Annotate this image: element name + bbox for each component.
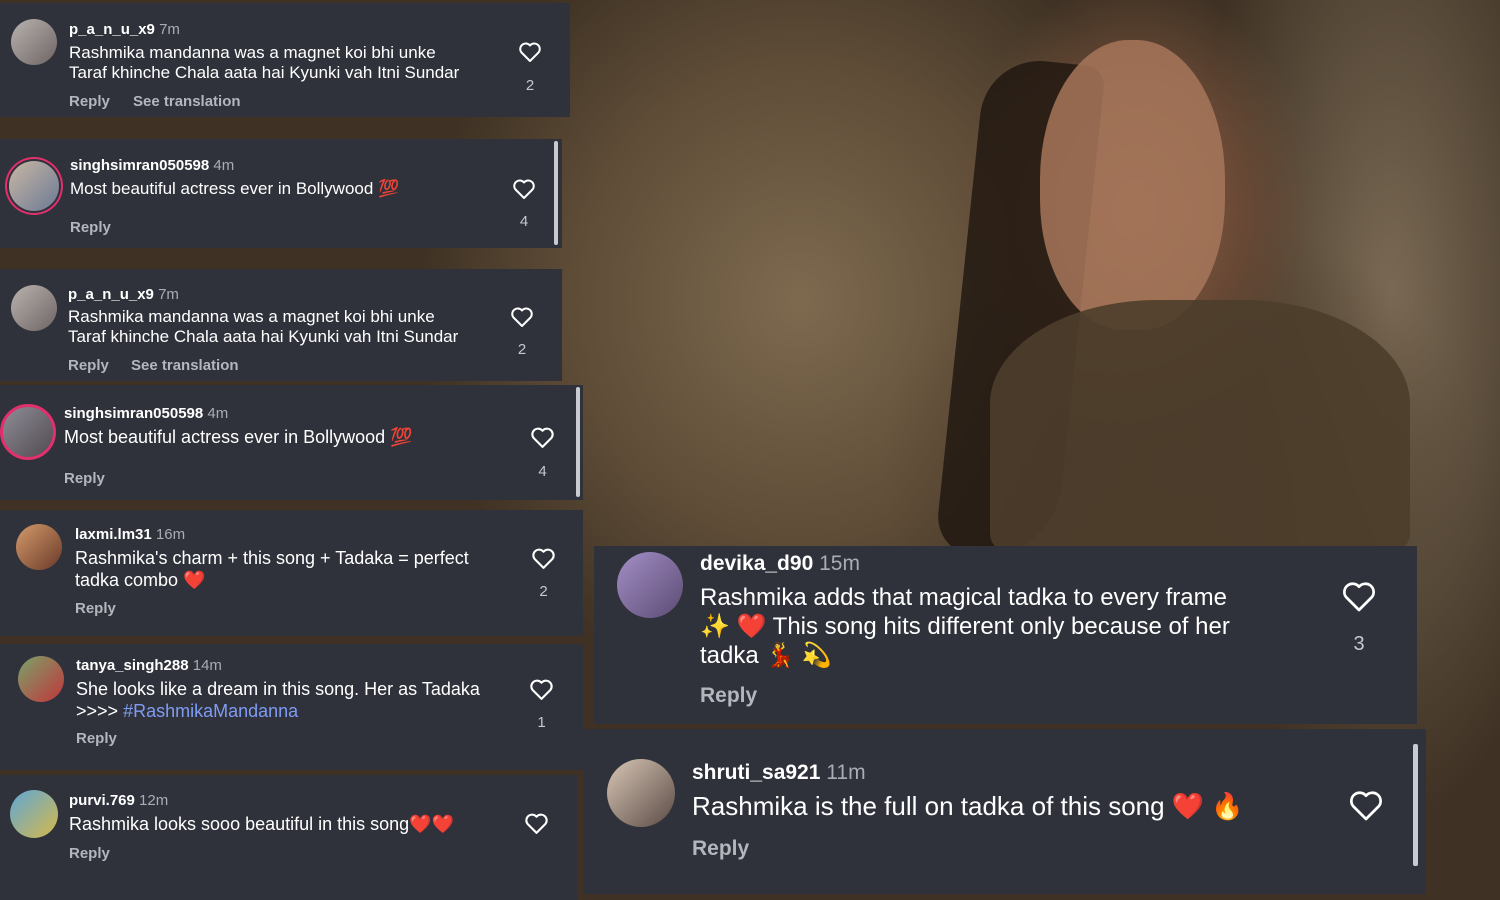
heart-icon[interactable]: [1348, 789, 1384, 822]
like-count: 2: [525, 77, 535, 94]
avatar[interactable]: [10, 790, 58, 838]
username[interactable]: singhsimran050598: [70, 157, 209, 174]
see-translation-button[interactable]: See translation: [133, 93, 241, 110]
avatar[interactable]: [18, 656, 64, 702]
comment-text: Most beautiful actress ever in Bollywood…: [70, 179, 400, 198]
timestamp: 7m: [158, 286, 179, 303]
timestamp: 7m: [159, 21, 180, 38]
comment-card: laxmi.lm31 16m Rashmika's charm + this s…: [0, 510, 583, 636]
like-count: 4: [538, 463, 547, 480]
like-count: 1: [537, 714, 546, 731]
username[interactable]: laxmi.lm31: [75, 526, 152, 543]
reply-button[interactable]: Reply: [69, 93, 110, 110]
timestamp: 16m: [155, 526, 186, 543]
comment-card: singhsimran050598 4m Most beautiful actr…: [0, 385, 583, 500]
comment-card: tanya_singh288 14m She looks like a drea…: [0, 644, 583, 770]
timestamp: 12m: [139, 792, 169, 809]
reply-button[interactable]: Reply: [692, 837, 749, 861]
reply-button[interactable]: Reply: [75, 600, 116, 617]
comment-card: p_a_n_u_x9 7m Rashmika mandanna was a ma…: [0, 3, 570, 117]
comment-text: Rashmika is the full on tadka of this so…: [692, 791, 1244, 821]
reply-button[interactable]: Reply: [70, 219, 111, 236]
see-translation-button[interactable]: See translation: [131, 357, 239, 374]
comment-card: purvi.769 12m Rashmika looks sooo beauti…: [0, 775, 577, 900]
comment-card: shruti_sa921 11m Rashmika is the full on…: [583, 729, 1426, 894]
timestamp: 14m: [192, 657, 222, 674]
avatar[interactable]: [11, 285, 57, 331]
username[interactable]: tanya_singh288: [76, 657, 189, 674]
like-count: 3: [1353, 633, 1365, 655]
heart-icon[interactable]: [1341, 580, 1377, 613]
scrollbar[interactable]: [554, 141, 558, 245]
avatar[interactable]: [0, 404, 56, 460]
comment-card: p_a_n_u_x9 7m Rashmika mandanna was a ma…: [0, 269, 562, 381]
scrollbar[interactable]: [576, 387, 580, 497]
username[interactable]: devika_d90: [700, 552, 813, 575]
heart-icon[interactable]: [518, 41, 542, 63]
background-face-shape: [1040, 40, 1225, 330]
heart-icon[interactable]: [510, 306, 534, 328]
like-count: 2: [517, 341, 527, 358]
comment-text: She looks like a dream in this song. Her…: [76, 679, 480, 721]
comment-text: Rashmika's charm + this song + Tadaka = …: [75, 548, 469, 590]
timestamp: 4m: [207, 405, 229, 422]
hashtag-link[interactable]: #RashmikaMandanna: [123, 701, 298, 721]
heart-icon[interactable]: [530, 426, 555, 449]
reply-button[interactable]: Reply: [69, 845, 110, 862]
timestamp: 4m: [213, 157, 235, 174]
avatar[interactable]: [11, 19, 57, 65]
username[interactable]: p_a_n_u_x9: [69, 21, 155, 38]
avatar[interactable]: [9, 161, 59, 211]
heart-icon[interactable]: [524, 812, 549, 835]
reply-button[interactable]: Reply: [68, 357, 109, 374]
avatar[interactable]: [16, 524, 62, 570]
like-count: 2: [539, 583, 548, 600]
reply-button[interactable]: Reply: [64, 470, 105, 487]
comment-text: Rashmika adds that magical tadka to ever…: [700, 584, 1230, 669]
comment-text: Rashmika looks sooo beautiful in this so…: [69, 814, 455, 834]
reply-button[interactable]: Reply: [76, 730, 117, 747]
comment-text: Rashmika mandanna was a magnet koi bhi u…: [68, 307, 459, 347]
heart-icon[interactable]: [529, 678, 554, 701]
heart-icon[interactable]: [531, 547, 556, 570]
comment-card: singhsimran050598 4m Most beautiful actr…: [0, 139, 562, 248]
background-body-shape: [990, 300, 1410, 560]
timestamp: 11m: [826, 761, 866, 784]
scrollbar[interactable]: [1413, 744, 1418, 866]
reply-button[interactable]: Reply: [700, 684, 757, 708]
comment-card: devika_d90 15m Rashmika adds that magica…: [594, 546, 1417, 724]
timestamp: 15m: [819, 552, 860, 575]
username[interactable]: shruti_sa921: [692, 761, 820, 784]
heart-icon[interactable]: [512, 178, 536, 200]
username[interactable]: purvi.769: [69, 792, 135, 809]
username[interactable]: p_a_n_u_x9: [68, 286, 154, 303]
comment-text: Most beautiful actress ever in Bollywood…: [64, 427, 413, 447]
comment-text: Rashmika mandanna was a magnet koi bhi u…: [69, 43, 460, 83]
avatar[interactable]: [607, 759, 675, 827]
avatar[interactable]: [617, 552, 683, 618]
username[interactable]: singhsimran050598: [64, 405, 203, 422]
like-count: 4: [519, 213, 529, 230]
